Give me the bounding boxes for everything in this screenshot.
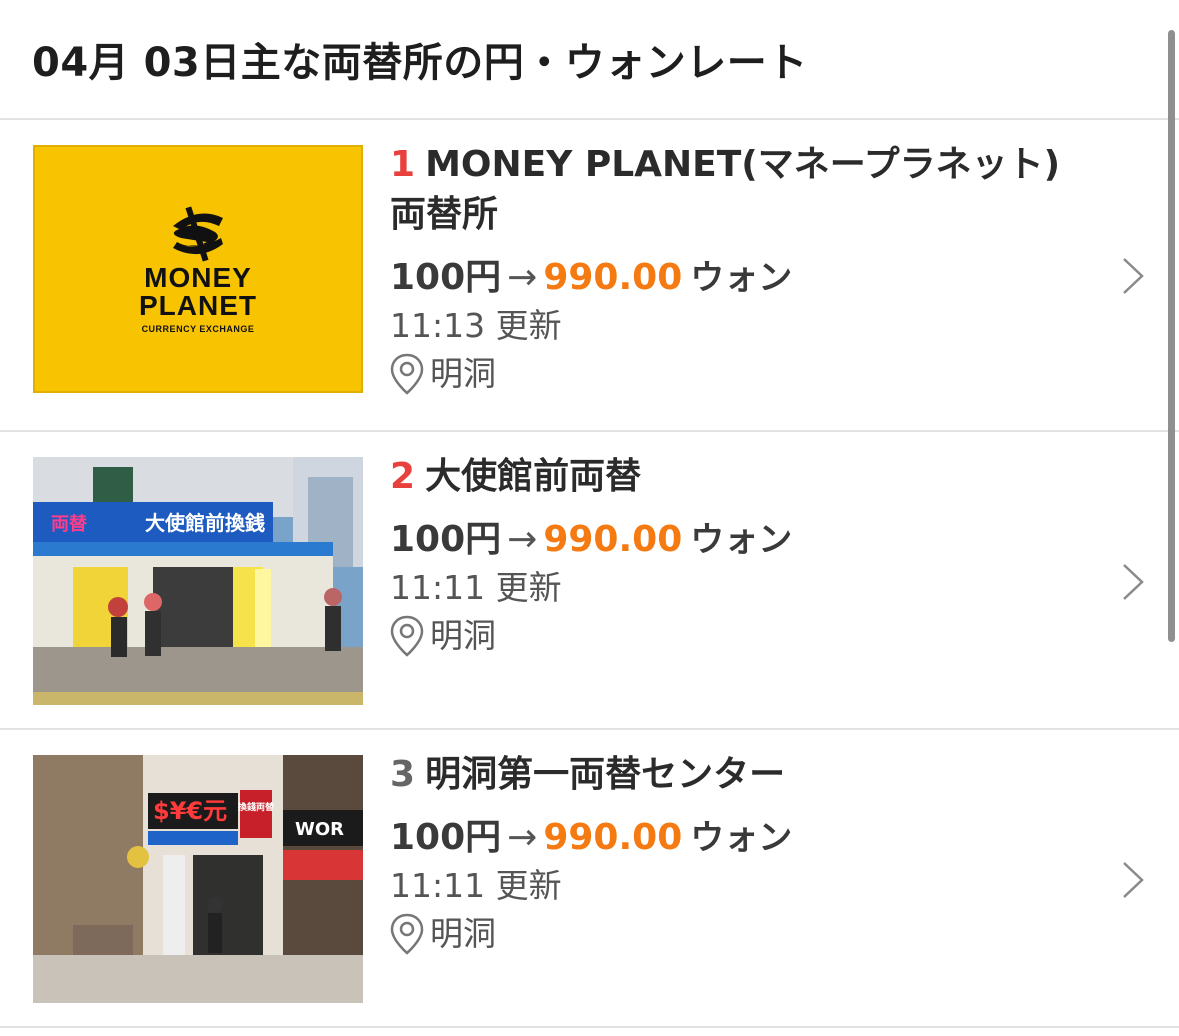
location-name: 明洞 bbox=[430, 914, 496, 953]
exchange-list: MONEY PLANET CURRENCY EXCHANGE 1 MONEY PL… bbox=[0, 120, 1179, 1028]
item-info: 2 大使館前両替 100円 → 990.00 ウォン 11:11 更新 明洞 bbox=[390, 452, 1069, 660]
chevron-right-icon[interactable] bbox=[1121, 256, 1145, 296]
rate-arrow: → bbox=[507, 519, 538, 560]
scrollbar[interactable] bbox=[1168, 30, 1175, 642]
map-pin-icon bbox=[390, 615, 424, 657]
rank-number: 3 bbox=[390, 754, 416, 795]
location: 明洞 bbox=[390, 350, 1069, 398]
photo-side-sign: 両替 bbox=[51, 513, 88, 535]
rank-number: 2 bbox=[390, 456, 416, 497]
rate-line: 100円 → 990.00 ウォン bbox=[390, 516, 1069, 564]
updated-time: 11:11 更新 bbox=[390, 568, 562, 607]
embassy-exchange-photo: 大使館前換銭 両替 bbox=[33, 457, 363, 705]
money-planet-logo: MONEY PLANET CURRENCY EXCHANGE bbox=[33, 145, 363, 393]
updated-time: 11:13 更新 bbox=[390, 306, 562, 345]
logo-text-sub: CURRENCY EXCHANGE bbox=[141, 324, 255, 334]
rate-arrow: → bbox=[507, 817, 538, 858]
location-name: 明洞 bbox=[430, 616, 496, 655]
list-item-myeongdong-first[interactable]: $¥€元 換錢両替 WOR 3 明洞第一両替センター 100円 → 990.00 ウォン bbox=[0, 730, 1179, 1028]
location: 明洞 bbox=[390, 612, 1069, 660]
storefront-photo: $¥€元 換錢両替 WOR bbox=[33, 755, 363, 1003]
list-item-embassy-exchange[interactable]: 大使館前換銭 両替 2 大使館前両替 100円 → 990.00 ウォン 11:… bbox=[0, 432, 1179, 730]
rate-from: 100円 bbox=[390, 257, 502, 298]
chevron-right-icon[interactable] bbox=[1121, 860, 1145, 900]
rate-amount: 990.00 bbox=[543, 519, 683, 560]
rate-amount: 990.00 bbox=[543, 817, 683, 858]
rate-from: 100円 bbox=[390, 519, 502, 560]
item-title[interactable]: 1 MONEY PLANET(マネープラネット)両替所 bbox=[390, 140, 1069, 240]
chevron-right-icon[interactable] bbox=[1121, 562, 1145, 602]
exchange-name: 明洞第一両替センター bbox=[425, 754, 786, 795]
rate-amount: 990.00 bbox=[543, 257, 683, 298]
rate-from: 100円 bbox=[390, 817, 502, 858]
location: 明洞 bbox=[390, 910, 1069, 958]
logo-text-money: MONEY bbox=[144, 262, 252, 293]
item-title[interactable]: 2 大使館前両替 bbox=[390, 452, 1069, 502]
item-info: 3 明洞第一両替センター 100円 → 990.00 ウォン 11:11 更新 明洞 bbox=[390, 750, 1069, 958]
photo-side-sign: 換錢両替 bbox=[238, 801, 275, 813]
rate-arrow: → bbox=[507, 257, 538, 298]
logo-text-planet: PLANET bbox=[139, 290, 257, 321]
exchange-name: MONEY PLANET(マネープラネット)両替所 bbox=[390, 144, 1061, 235]
photo-store-sign: WOR bbox=[295, 819, 344, 840]
storefront-photo: 大使館前換銭 両替 bbox=[33, 457, 363, 705]
rate-line: 100円 → 990.00 ウォン bbox=[390, 814, 1069, 862]
exchange-name: 大使館前両替 bbox=[425, 456, 642, 497]
updated-time: 11:11 更新 bbox=[390, 866, 562, 905]
rank-number: 1 bbox=[390, 144, 416, 185]
map-pin-icon bbox=[390, 913, 424, 955]
dollar-logo-icon bbox=[173, 206, 223, 262]
rate-unit: ウォン bbox=[690, 818, 793, 858]
list-item-money-planet[interactable]: MONEY PLANET CURRENCY EXCHANGE 1 MONEY PL… bbox=[0, 120, 1179, 432]
myeongdong-first-photo: $¥€元 換錢両替 WOR bbox=[33, 755, 363, 1003]
page-header: 04月 03日主な両替所の円・ウォンレート bbox=[0, 0, 1179, 120]
map-pin-icon bbox=[390, 353, 424, 395]
item-info: 1 MONEY PLANET(マネープラネット)両替所 100円 → 990.00 ウォ… bbox=[390, 140, 1069, 398]
item-title[interactable]: 3 明洞第一両替センター bbox=[390, 750, 1069, 800]
rate-unit: ウォン bbox=[690, 258, 793, 298]
photo-sign-text: $¥€元 bbox=[153, 797, 227, 825]
rate-line: 100円 → 990.00 ウォン bbox=[390, 254, 1069, 302]
location-name: 明洞 bbox=[430, 354, 496, 393]
photo-sign-text: 大使館前換銭 bbox=[145, 511, 265, 535]
rate-unit: ウォン bbox=[690, 520, 793, 560]
page-title: 04月 03日主な両替所の円・ウォンレート bbox=[32, 40, 808, 86]
